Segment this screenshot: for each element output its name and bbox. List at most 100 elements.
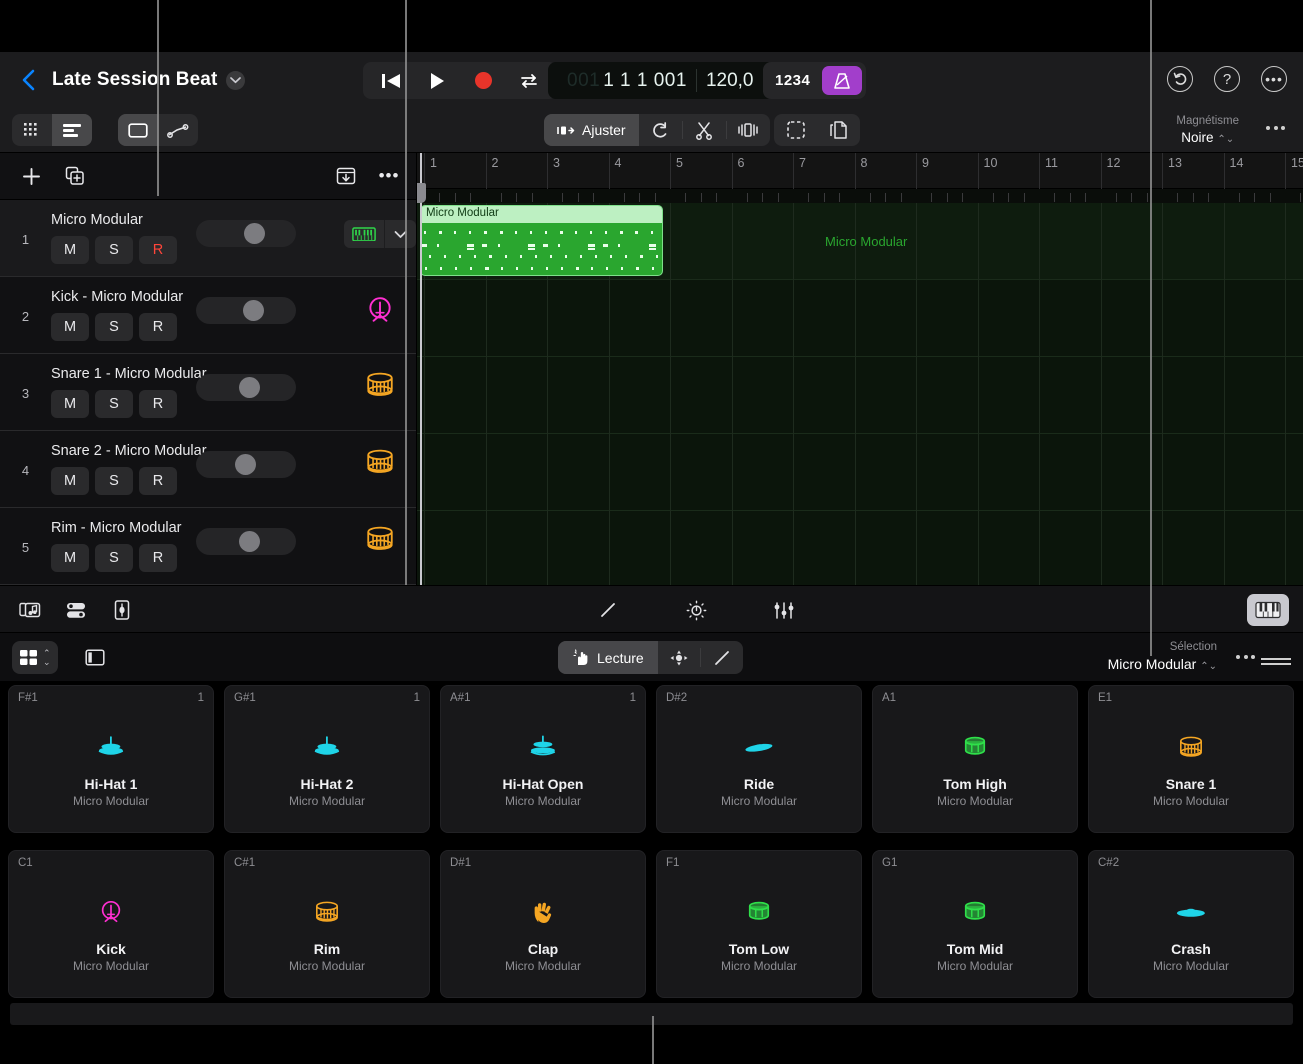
drum-pad[interactable]: E1 Snare 1 Micro Modular — [1088, 685, 1294, 833]
drum-pad[interactable]: G#1 1 Hi-Hat 2 Micro Modular — [224, 685, 430, 833]
automation-curve-icon[interactable] — [158, 114, 198, 146]
record-button[interactable] — [461, 64, 505, 97]
channel-strip-icon[interactable] — [106, 595, 138, 625]
drum-pad[interactable]: D#1 Clap Micro Modular — [440, 850, 646, 998]
rounded-rect-icon[interactable] — [118, 114, 158, 146]
middle-toolbar — [0, 585, 1303, 633]
plus-icon[interactable] — [16, 161, 46, 191]
drag-handle-icon[interactable] — [1261, 655, 1291, 668]
snap-control[interactable]: Magnétisme Noire ⌃⌄ — [1176, 113, 1239, 147]
grid-dots-icon[interactable] — [12, 114, 52, 146]
volume-slider[interactable] — [196, 451, 296, 478]
mute-button[interactable]: M — [51, 467, 89, 495]
pencil-icon[interactable] — [592, 595, 624, 625]
back-icon[interactable] — [18, 69, 40, 91]
count-in-button[interactable]: 1234 — [767, 66, 818, 95]
volume-knob[interactable] — [244, 223, 265, 244]
lcd-tempo[interactable]: 120,0 — [697, 62, 763, 99]
track-row[interactable]: 1 Micro Modular M S R — [0, 200, 416, 277]
midi-region[interactable]: Micro Modular — [420, 205, 663, 276]
track-list-more-icon[interactable]: ••• — [374, 161, 404, 191]
drum-pad[interactable]: C#2 Crash Micro Modular — [1088, 850, 1294, 998]
selection-control[interactable]: Sélection Micro Modular ⌃⌄ — [1108, 639, 1217, 674]
move-arrows-icon[interactable] — [658, 641, 700, 674]
library-icon[interactable] — [14, 595, 46, 625]
record-enable-button[interactable]: R — [139, 544, 177, 572]
drum-pad[interactable]: D#2 Ride Micro Modular — [656, 685, 862, 833]
drum-pad[interactable]: F#1 1 Hi-Hat 1 Micro Modular — [8, 685, 214, 833]
solo-button[interactable]: S — [95, 313, 133, 341]
adjust-button[interactable]: Ajuster — [544, 114, 639, 146]
ellipsis-icon[interactable]: ••• — [1261, 66, 1287, 92]
record-enable-button[interactable]: R — [139, 390, 177, 418]
play-mode-button[interactable]: Lecture — [558, 641, 658, 674]
question-icon[interactable]: ? — [1214, 66, 1240, 92]
volume-knob[interactable] — [243, 300, 264, 321]
lcd-position[interactable]: 0011 1 1 001 — [558, 62, 696, 99]
track-row[interactable]: 3 Snare 1 - Micro Modular M S R — [0, 354, 416, 431]
piano-keys-icon[interactable] — [1247, 594, 1289, 626]
tracks-lines-icon[interactable] — [52, 114, 92, 146]
solo-button[interactable]: S — [95, 467, 133, 495]
dashed-select-icon[interactable] — [774, 114, 817, 146]
pad-more-icon[interactable] — [1236, 655, 1255, 659]
track-rows: 1 Micro Modular M S R 2 Kick - Micro Mod… — [0, 200, 416, 585]
volume-knob[interactable] — [239, 377, 260, 398]
play-button[interactable] — [415, 64, 459, 97]
track-row[interactable]: 2 Kick - Micro Modular M S R — [0, 277, 416, 354]
solo-button[interactable]: S — [95, 544, 133, 572]
drum-pad[interactable]: C1 Kick Micro Modular — [8, 850, 214, 998]
undo-icon[interactable] — [1167, 66, 1193, 92]
ruler-bar-label: 1 — [430, 156, 437, 170]
record-enable-button[interactable]: R — [139, 467, 177, 495]
loop-circle-icon[interactable] — [639, 114, 682, 146]
brightness-icon[interactable] — [680, 595, 712, 625]
drum-pad[interactable]: C#1 Rim Micro Modular — [224, 850, 430, 998]
toolbar-more-icon[interactable] — [1266, 126, 1285, 130]
mute-button[interactable]: M — [51, 236, 89, 264]
waveform-split-icon[interactable] — [727, 114, 770, 146]
mute-button[interactable]: M — [51, 390, 89, 418]
solo-button[interactable]: S — [95, 390, 133, 418]
track-row[interactable]: 4 Snare 2 - Micro Modular M S R — [0, 431, 416, 508]
chevron-down-icon[interactable] — [226, 71, 245, 90]
timeline-ruler[interactable]: 123456789101112131415 — [417, 153, 1303, 189]
mute-button[interactable]: M — [51, 313, 89, 341]
record-enable-button[interactable]: R — [139, 236, 177, 264]
drum-pad[interactable]: A#1 1 Hi-Hat Open Micro Modular — [440, 685, 646, 833]
volume-slider[interactable] — [196, 528, 296, 555]
copy-pages-icon[interactable] — [817, 114, 860, 146]
drum-pad[interactable]: G1 Tom Mid Micro Modular — [872, 850, 1078, 998]
arrange-area[interactable]: 123456789101112131415 Micro Modular Micr… — [417, 153, 1303, 585]
track-lane[interactable] — [417, 511, 1303, 585]
chevron-down-icon[interactable] — [384, 220, 416, 248]
pad-layout-button[interactable]: ⌃⌄ — [12, 641, 58, 674]
playhead[interactable] — [420, 153, 422, 585]
duplicate-track-icon[interactable] — [60, 161, 90, 191]
volume-slider[interactable] — [196, 374, 296, 401]
pencil-icon[interactable] — [701, 641, 743, 674]
keyboard-icon[interactable] — [344, 220, 384, 248]
split-panel-icon[interactable] — [78, 641, 112, 674]
track-lane[interactable] — [417, 357, 1303, 434]
scissors-icon[interactable] — [683, 114, 726, 146]
mixer-toggles-icon[interactable] — [60, 595, 92, 625]
drum-pad[interactable]: F1 Tom Low Micro Modular — [656, 850, 862, 998]
metronome-icon[interactable] — [822, 66, 862, 95]
mute-button[interactable]: M — [51, 544, 89, 572]
cycle-button[interactable] — [507, 64, 551, 97]
volume-knob[interactable] — [235, 454, 256, 475]
volume-slider[interactable] — [196, 220, 296, 247]
drum-pad[interactable]: A1 Tom High Micro Modular — [872, 685, 1078, 833]
volume-knob[interactable] — [239, 531, 260, 552]
record-enable-button[interactable]: R — [139, 313, 177, 341]
pad-note: D#1 — [450, 857, 471, 869]
volume-slider[interactable] — [196, 297, 296, 324]
sliders-icon[interactable] — [768, 595, 800, 625]
track-lane[interactable] — [417, 434, 1303, 511]
track-row[interactable]: 5 Rim - Micro Modular M S R — [0, 508, 416, 585]
playhead-flag[interactable] — [417, 183, 426, 203]
track-lane[interactable] — [417, 280, 1303, 357]
solo-button[interactable]: S — [95, 236, 133, 264]
import-down-icon[interactable] — [331, 161, 361, 191]
